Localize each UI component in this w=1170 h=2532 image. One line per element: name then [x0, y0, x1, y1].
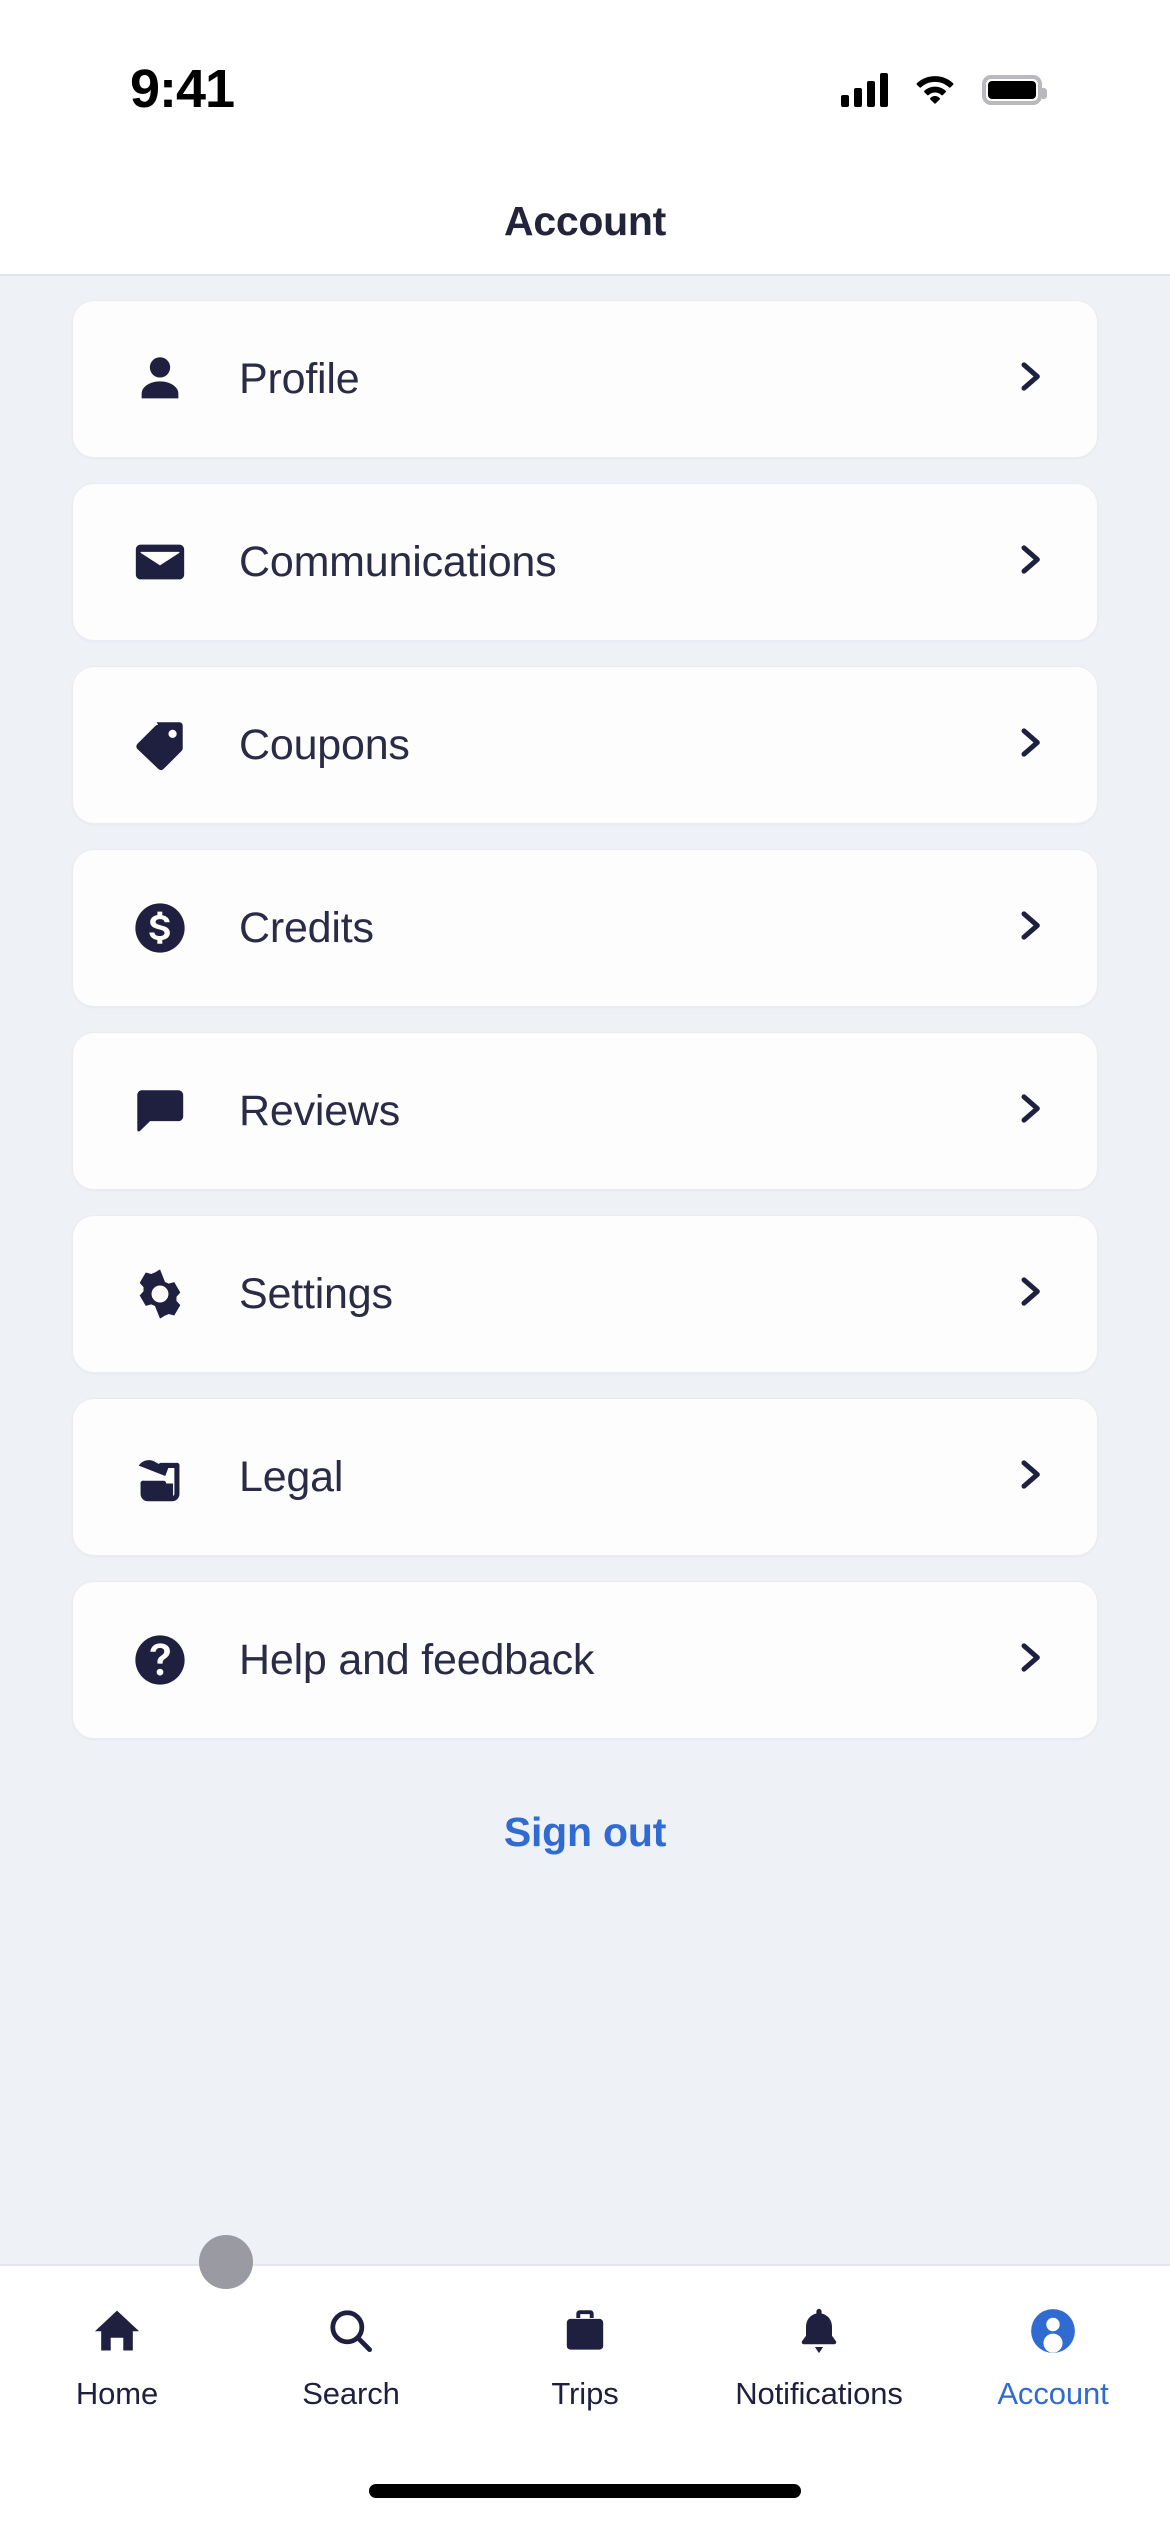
menu-item-label: Profile: [239, 354, 360, 403]
gear-icon: [127, 1265, 193, 1323]
menu-item-label: Help and feedback: [239, 1635, 595, 1684]
menu-item-label: Settings: [239, 1269, 393, 1318]
home-icon: [91, 2304, 143, 2358]
menu-item-settings[interactable]: Settings: [72, 1215, 1098, 1373]
wifi-icon: [914, 72, 956, 109]
page-title: Account: [504, 197, 666, 244]
chevron-right-icon: [1009, 357, 1049, 402]
chevron-right-icon: [1009, 1638, 1049, 1683]
menu-item-label: Communications: [239, 537, 557, 586]
question-circle-icon: [127, 1631, 193, 1689]
menu-item-credits[interactable]: Credits: [72, 849, 1098, 1007]
menu-item-coupons[interactable]: Coupons: [72, 666, 1098, 824]
sign-out-container: Sign out: [72, 1809, 1098, 1856]
menu-item-profile[interactable]: Profile: [72, 300, 1098, 458]
status-bar: 9:41: [0, 0, 1170, 168]
tab-home[interactable]: Home: [0, 2304, 234, 2412]
tab-label: Search: [302, 2376, 400, 2411]
menu-item-label: Legal: [239, 1452, 344, 1501]
tab-label: Trips: [551, 2376, 619, 2411]
signal-bars-icon: [841, 73, 888, 107]
chevron-right-icon: [1009, 723, 1049, 768]
menu-item-communications[interactable]: Communications: [72, 483, 1098, 641]
tab-trips[interactable]: Trips: [468, 2304, 702, 2412]
menu-list: Profile Communications Coupons Credits R…: [0, 276, 1170, 2264]
tag-icon: [127, 716, 193, 774]
tab-notifications[interactable]: Notifications: [702, 2304, 936, 2412]
search-icon: [325, 2304, 377, 2358]
dollar-coin-icon: [127, 899, 193, 957]
envelope-icon: [127, 533, 193, 591]
menu-item-label: Reviews: [239, 1086, 401, 1135]
tab-search[interactable]: Search: [234, 2304, 468, 2412]
suitcase-icon: [559, 2304, 611, 2358]
sign-out-button[interactable]: Sign out: [504, 1809, 667, 1856]
person-icon: [127, 350, 193, 408]
menu-item-reviews[interactable]: Reviews: [72, 1032, 1098, 1190]
cursor-indicator: [199, 2235, 253, 2289]
chevron-right-icon: [1009, 1272, 1049, 1317]
chevron-right-icon: [1009, 906, 1049, 951]
menu-item-help-and-feedback[interactable]: Help and feedback: [72, 1581, 1098, 1739]
person-circle-icon: [1027, 2304, 1079, 2358]
speech-bubble-icon: [127, 1082, 193, 1140]
battery-full-icon: [982, 75, 1047, 105]
page-header: Account: [0, 168, 1170, 276]
menu-item-legal[interactable]: Legal: [72, 1398, 1098, 1556]
chevron-right-icon: [1009, 540, 1049, 585]
tab-label: Home: [75, 2376, 159, 2411]
home-indicator: [369, 2484, 801, 2498]
menu-item-label: Credits: [239, 903, 374, 952]
chevron-right-icon: [1009, 1455, 1049, 1500]
document-quill-icon: [127, 1448, 193, 1506]
tab-account[interactable]: Account: [936, 2304, 1170, 2412]
tab-label: Notifications: [735, 2376, 903, 2411]
status-time: 9:41: [130, 59, 235, 119]
chevron-right-icon: [1009, 1089, 1049, 1134]
tab-label: Account: [997, 2376, 1109, 2411]
account-screen: 9:41 Account Profile Communications Coup…: [0, 0, 1170, 2532]
menu-item-label: Coupons: [239, 720, 410, 769]
status-icons: [841, 72, 1047, 109]
bell-icon: [793, 2304, 845, 2358]
